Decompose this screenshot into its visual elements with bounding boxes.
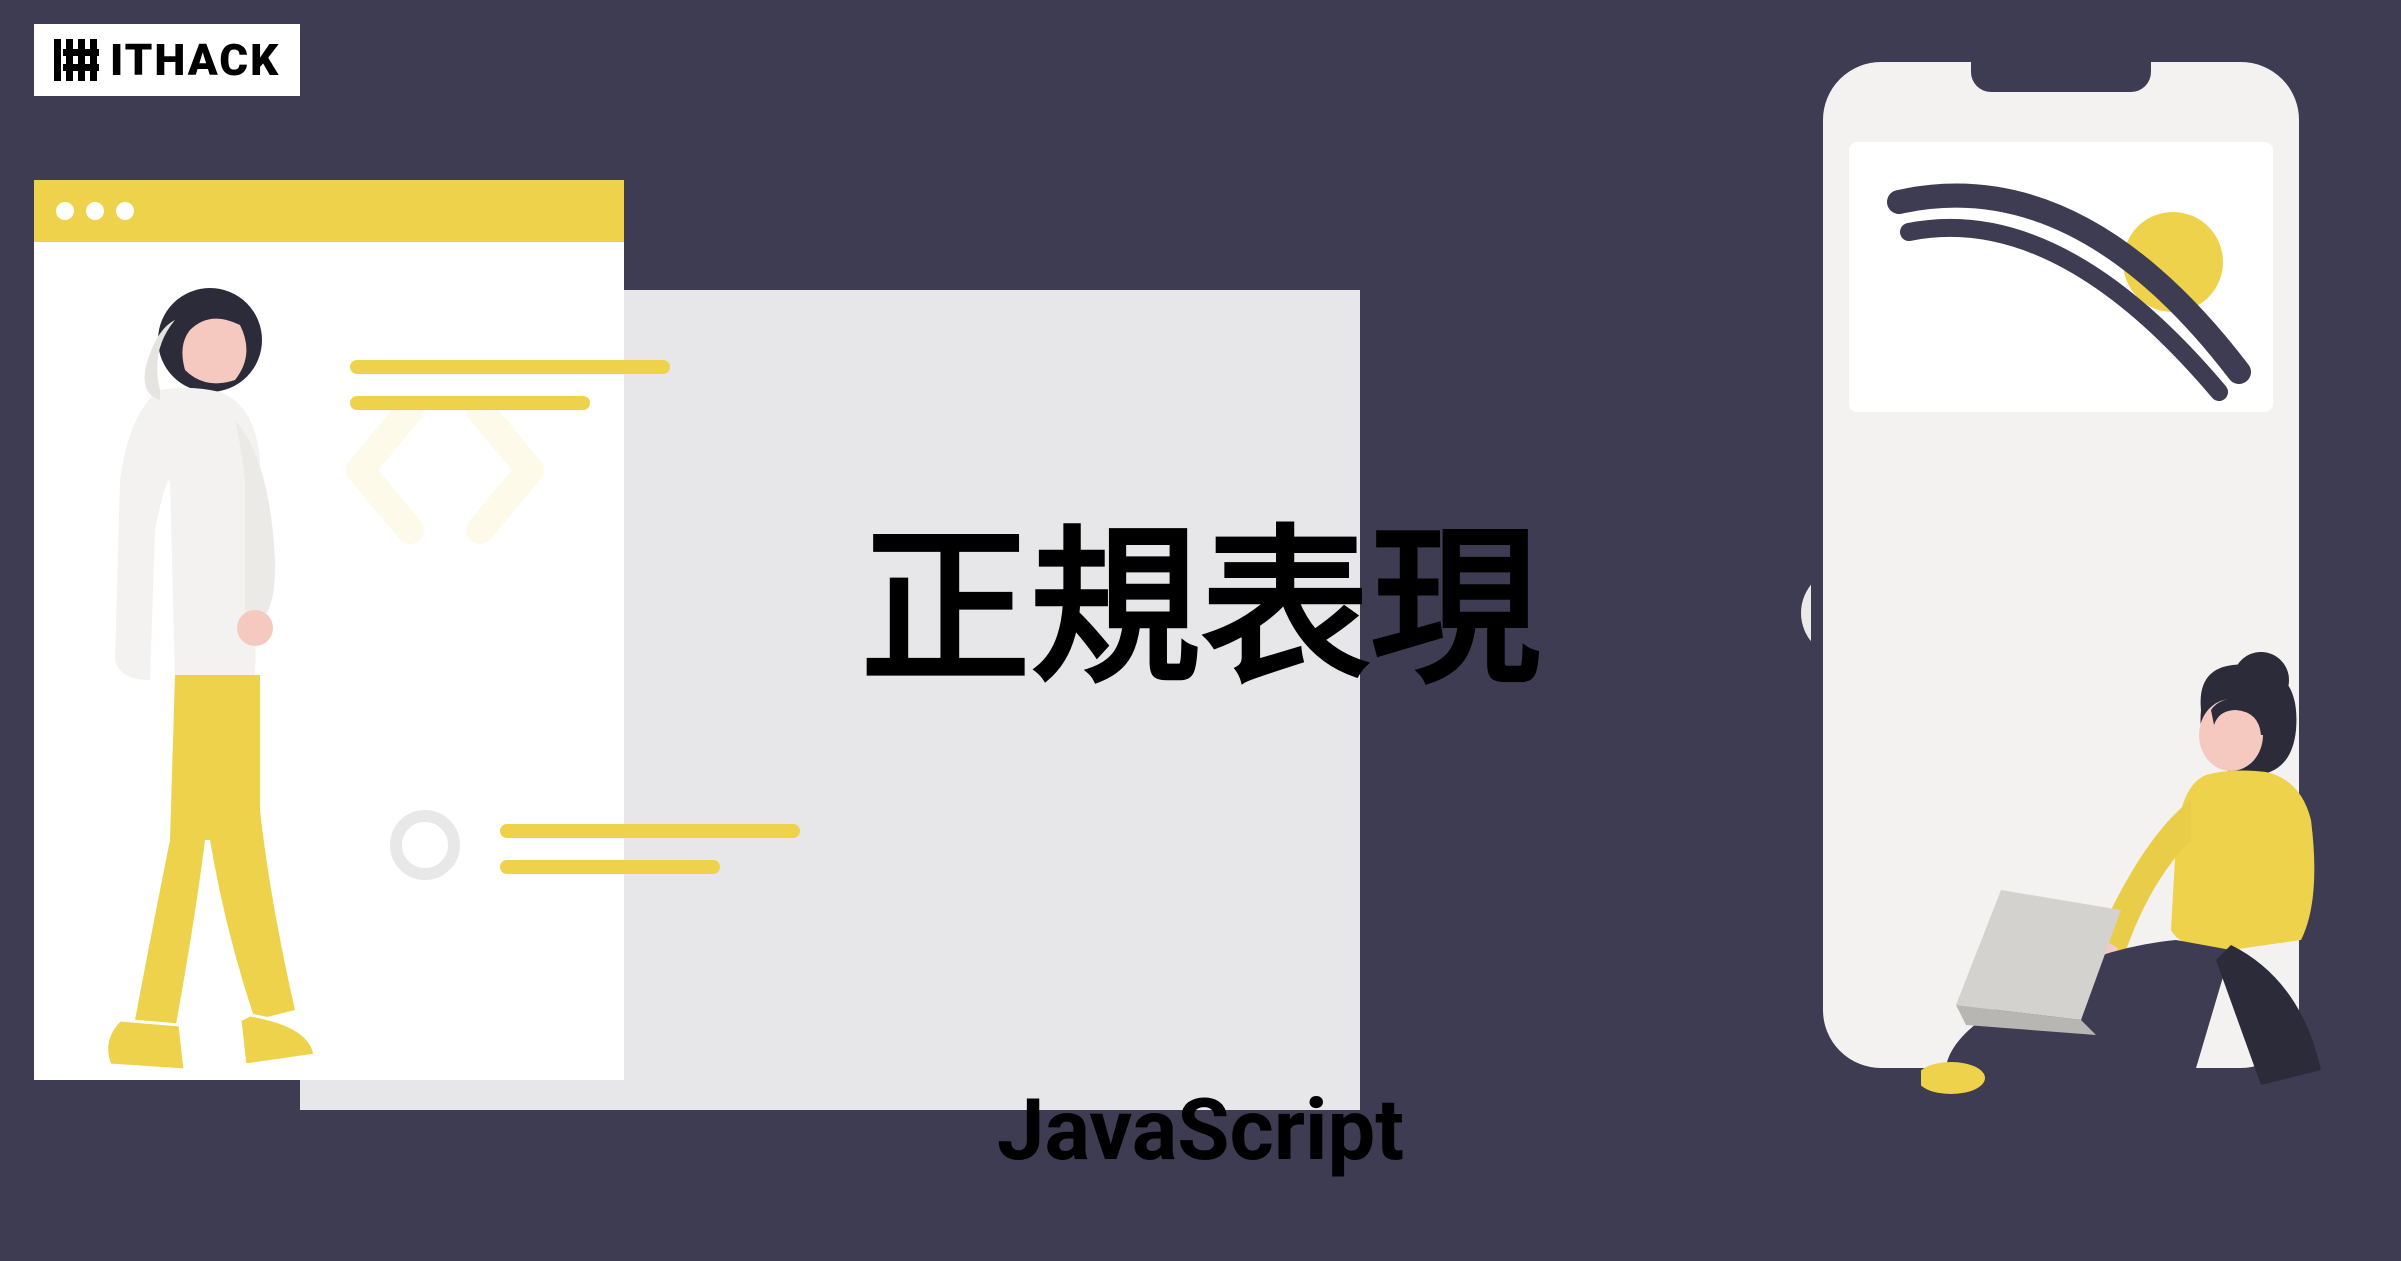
page-subtitle: JavaScript xyxy=(997,1080,1404,1180)
logo-text: ITHACK xyxy=(110,34,280,86)
window-control-dot xyxy=(116,202,134,220)
placeholder-line xyxy=(350,396,590,410)
browser-titlebar xyxy=(34,180,624,242)
ithack-logo-badge: ITHACK xyxy=(34,24,300,96)
placeholder-line xyxy=(500,824,800,838)
mountain-icon xyxy=(1879,172,2259,402)
person-standing-illustration xyxy=(60,280,320,1100)
placeholder-line xyxy=(350,360,670,374)
phone-image-placeholder xyxy=(1849,142,2273,412)
person-sitting-illustration xyxy=(1921,640,2381,1110)
phone-notch xyxy=(1971,62,2151,92)
window-control-dot xyxy=(56,202,74,220)
window-control-dot xyxy=(86,202,104,220)
page-title: 正規表現 xyxy=(860,470,1540,716)
placeholder-line xyxy=(500,860,720,874)
placeholder-avatar-circle xyxy=(390,810,460,880)
ithack-logo-icon xyxy=(54,39,102,81)
